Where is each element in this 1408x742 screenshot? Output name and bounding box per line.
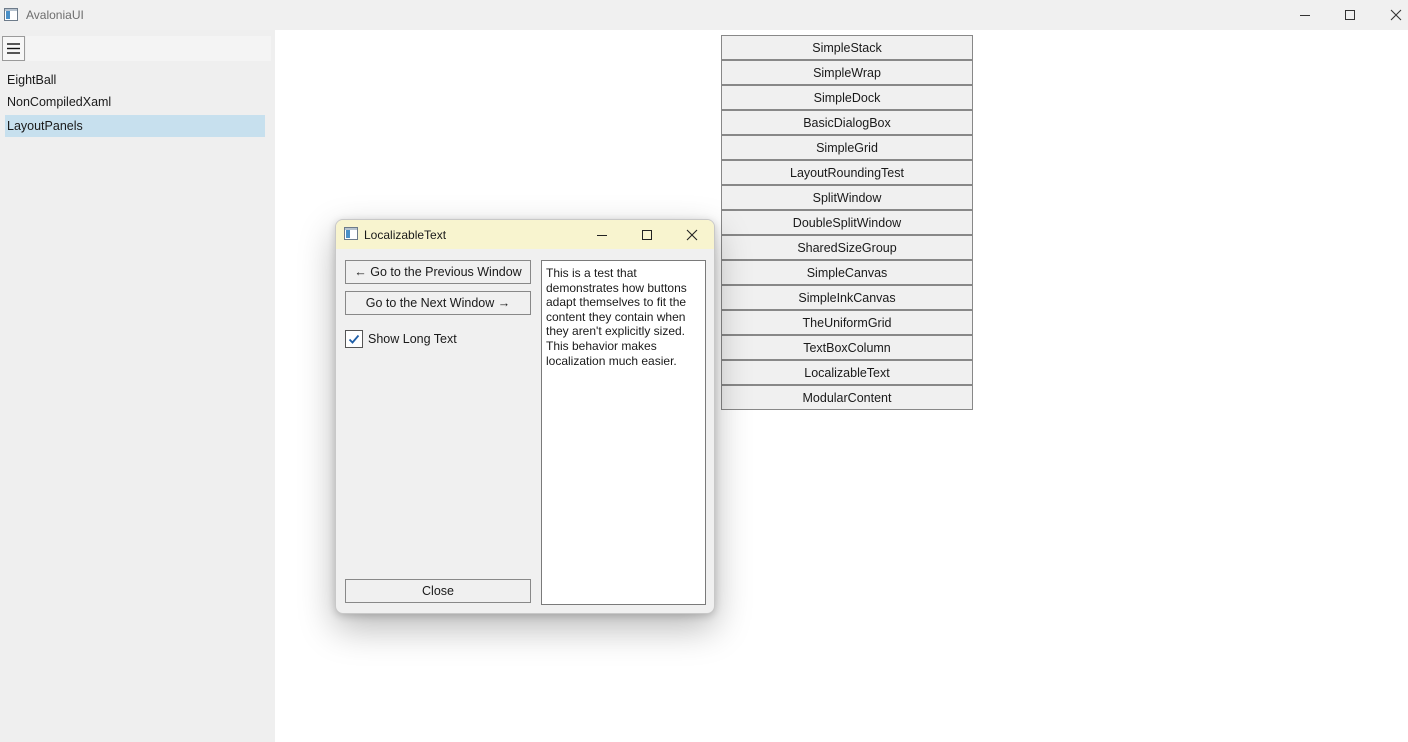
simplewrap-button[interactable]: SimpleWrap (721, 60, 973, 85)
layoutroundingtest-button[interactable]: LayoutRoundingTest (721, 160, 973, 185)
sidebar-item-eightball[interactable]: EightBall (5, 69, 265, 91)
simplecanvas-button[interactable]: SimpleCanvas (721, 260, 973, 285)
localizable-textblock: This is a test that demonstrates how but… (541, 260, 706, 605)
pane-header (26, 36, 271, 61)
app-icon (4, 8, 18, 21)
title-bar: AvaloniaUI (0, 0, 1408, 30)
splitwindow-button[interactable]: SplitWindow (721, 185, 973, 210)
close-button[interactable] (1373, 0, 1408, 30)
text-line: demonstrates how buttons (546, 280, 687, 295)
minimize-icon (1300, 15, 1310, 16)
dialog-title: LocalizableText (364, 228, 447, 242)
minimize-button[interactable] (1282, 0, 1328, 30)
simplegrid-button[interactable]: SimpleGrid (721, 135, 973, 160)
maximize-icon (642, 229, 652, 240)
text-line: This is a test that (546, 266, 637, 280)
modularcontent-button[interactable]: ModularContent (721, 385, 973, 410)
next-window-button[interactable]: Go to the Next Window → (345, 291, 531, 315)
hamburger-icon (7, 43, 20, 54)
simplestack-button[interactable]: SimpleStack (721, 35, 973, 60)
basicdialogbox-button[interactable]: BasicDialogBox (721, 110, 973, 135)
minimize-icon (597, 234, 607, 236)
sidebar-item-layoutpanels[interactable]: LayoutPanels (5, 115, 265, 137)
show-long-text-row[interactable]: Show Long Text (345, 330, 457, 348)
close-dialog-button[interactable]: Close (345, 579, 531, 603)
show-long-text-label: Show Long Text (368, 332, 457, 346)
simpleinkcanvas-button[interactable]: SimpleInkCanvas (721, 285, 973, 310)
maximize-icon (1345, 10, 1355, 20)
show-long-text-checkbox[interactable] (345, 330, 363, 348)
simpledock-button[interactable]: SimpleDock (721, 85, 973, 110)
text-line: content they contain when (546, 309, 686, 324)
maximize-button[interactable] (1327, 0, 1373, 30)
localizabletext-window: LocalizableText ← Go to the Previous Win… (335, 219, 715, 614)
previous-window-button[interactable]: ← Go to the Previous Window (345, 260, 531, 284)
textboxcolumn-button[interactable]: TextBoxColumn (721, 335, 973, 360)
localizabletext-button[interactable]: LocalizableText (721, 360, 973, 385)
window-title: AvaloniaUI (26, 8, 84, 22)
dialog-app-icon (344, 227, 358, 240)
doublesplitwindow-button[interactable]: DoubleSplitWindow (721, 210, 973, 235)
close-icon (1390, 9, 1402, 21)
theuniformgrid-button[interactable]: TheUniformGrid (721, 310, 973, 335)
dialog-title-bar[interactable]: LocalizableText (336, 220, 714, 249)
hamburger-button[interactable] (2, 36, 25, 61)
text-line: localization much easier. (546, 353, 677, 368)
checkmark-icon (348, 334, 360, 344)
text-line: This behavior makes (546, 338, 657, 353)
sidebar-item-noncompiledxaml[interactable]: NonCompiledXaml (5, 91, 265, 113)
dialog-maximize-button[interactable] (627, 220, 667, 249)
text-line: adapt themselves to fit the (546, 295, 687, 310)
close-icon (686, 229, 698, 240)
dialog-minimize-button[interactable] (582, 220, 622, 249)
dialog-close-button[interactable] (672, 220, 712, 249)
sharedsizegroup-button[interactable]: SharedSizeGroup (721, 235, 973, 260)
text-line: they aren't explicitly sized. (546, 324, 686, 339)
